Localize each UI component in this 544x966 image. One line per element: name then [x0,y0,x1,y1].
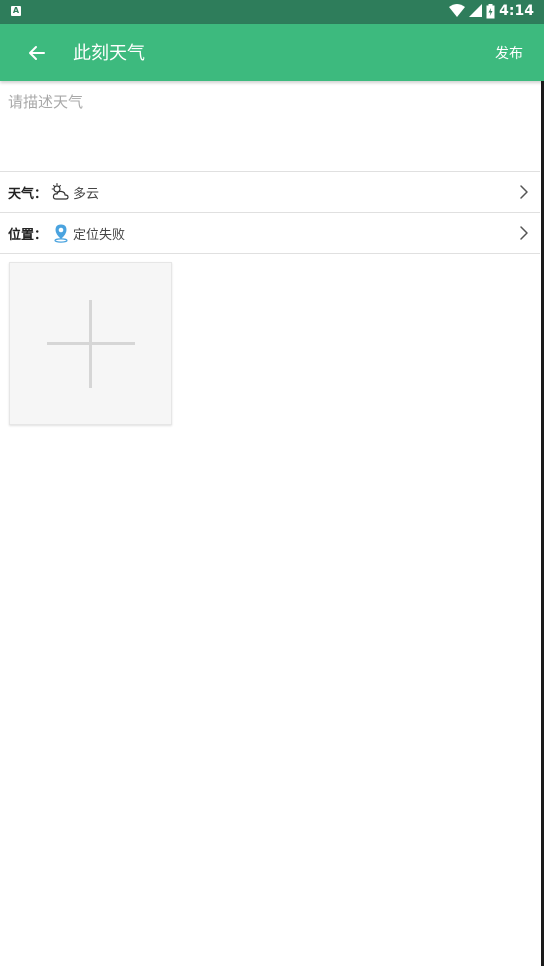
description-section [0,81,540,172]
location-row[interactable]: 位置： 定位失败 [0,213,540,254]
description-input[interactable] [8,91,528,161]
publish-button[interactable]: 发布 [495,43,523,63]
app-bar: 此刻天气 发布 [0,24,544,81]
add-photo-button[interactable] [9,262,172,425]
cloudy-icon [51,182,69,200]
arrow-left-icon[interactable] [22,38,52,68]
location-value: 定位失败 [73,228,126,243]
plus-icon-vertical [89,300,92,388]
battery-icon [486,3,495,18]
weather-row[interactable]: 天气： 多云 [0,172,540,213]
chevron-right-icon [520,185,528,199]
status-bar: A 4:14 [0,0,544,24]
signal-icon [469,4,483,17]
location-label: 位置： [8,228,48,243]
status-icons: 4:14 [449,3,534,19]
notification-icon: A [11,6,21,16]
weather-value: 多云 [73,187,100,202]
page-title: 此刻天气 [73,43,145,64]
wifi-icon [449,4,466,17]
status-time: 4:14 [499,3,534,19]
location-pin-icon [54,224,68,243]
weather-label: 天气： [8,187,48,202]
chevron-right-icon [520,226,528,240]
